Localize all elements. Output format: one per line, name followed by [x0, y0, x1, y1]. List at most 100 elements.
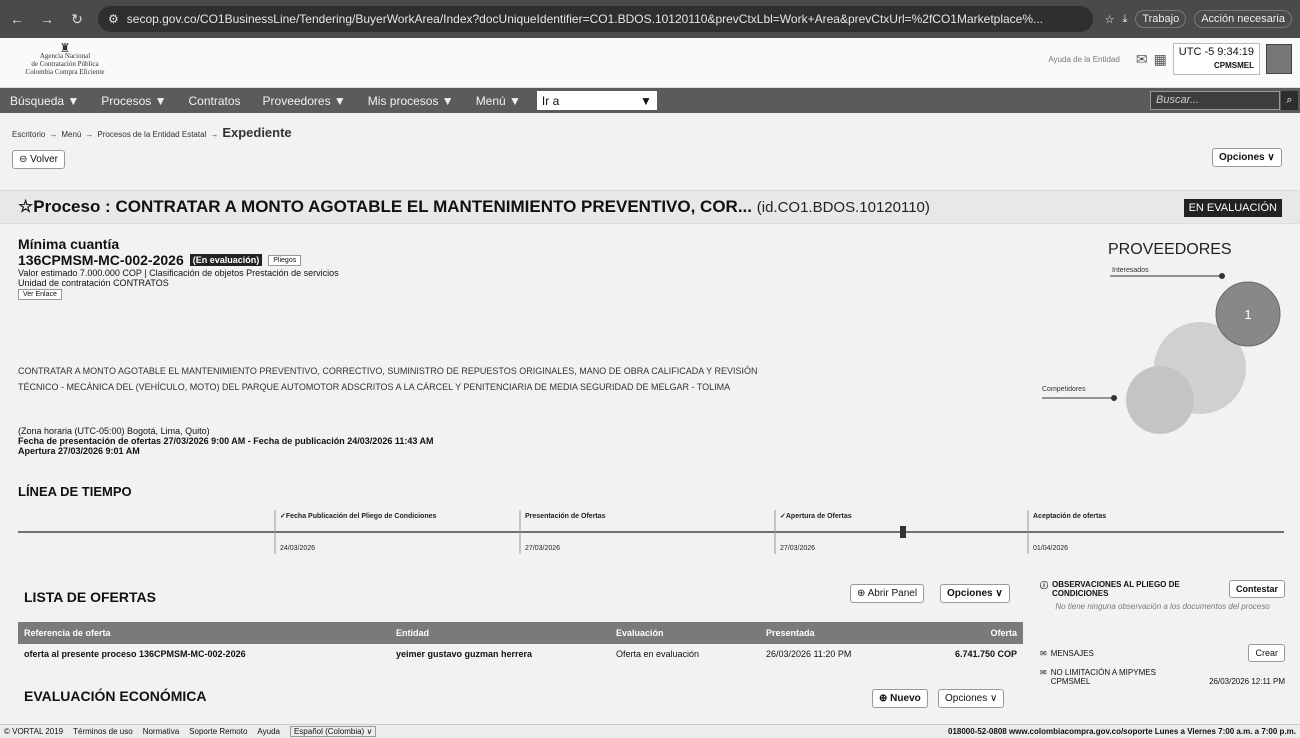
back-arrow-icon[interactable]: ← [8, 11, 26, 27]
search-icon[interactable]: ⌕ [1281, 91, 1298, 110]
search-input[interactable]: Buscar... [1150, 91, 1280, 110]
dates-line: Fecha de presentación de ofertas 27/03/2… [18, 436, 434, 446]
options-label: Opciones [1219, 152, 1265, 163]
site-header: ♜ Agencia Nacional de Contratación Públi… [0, 38, 1300, 88]
menu-busqueda[interactable]: Búsqueda ▼ [10, 94, 79, 108]
offer-submitted: 26/03/2026 11:20 PM [766, 649, 852, 659]
column-header[interactable]: Presentada [760, 622, 940, 644]
language-value: Español (Colombia) [293, 727, 365, 736]
suppliers-chart: 1 Interesados Competidores [1042, 267, 1281, 434]
estimated-value: Valor estimado 7.000.000 COP | Clasifica… [18, 268, 339, 278]
process-reference-row: 136CPMSM-MC-002-2026 (En evaluación) Pli… [18, 252, 618, 268]
reply-button[interactable]: Contestar [1228, 580, 1285, 598]
plus-circle-icon: ⊕ [879, 693, 888, 704]
menu-proveedores[interactable]: Proveedores ▼ [263, 94, 346, 108]
reload-icon[interactable]: ↻ [68, 11, 86, 28]
address-bar[interactable]: ⚙ secop.gov.co/CO1BusinessLine/Tendering… [98, 6, 1093, 32]
competitors-dot [1111, 395, 1117, 401]
interested-label: Interesados [1112, 267, 1149, 274]
process-dates: (Zona horaria (UTC-05:00) Bogotá, Lima, … [18, 426, 718, 456]
opening-date: Apertura 27/03/2026 9:01 AM [18, 446, 140, 456]
forward-arrow-icon[interactable]: → [38, 11, 56, 27]
create-button[interactable]: Crear [1248, 644, 1285, 662]
caret-down-icon: ▼ [640, 93, 652, 108]
bookmark-star-icon[interactable]: ☆ [1105, 13, 1115, 26]
main-menu: Búsqueda ▼ Procesos ▼ Contratos Proveedo… [0, 88, 1300, 113]
notifications-icon[interactable]: ✉ [1136, 51, 1148, 68]
profile-button[interactable]: Trabajo [1135, 10, 1187, 28]
footer-link-terms[interactable]: Términos de uso [73, 727, 133, 736]
star-icon[interactable]: ☆ [18, 197, 33, 216]
observations-empty: No tiene ninguna observación a los docum… [1055, 602, 1270, 611]
breadcrumb: Escritorio → Menú → Procesos de la Entid… [12, 125, 292, 140]
footer-link-normativa[interactable]: Normativa [143, 727, 179, 736]
logo-line: de Contratación Pública [31, 60, 99, 68]
timeline-event-date: 27/03/2026 [525, 545, 560, 552]
offer-evaluation: Oferta en evaluación [616, 649, 700, 659]
pliegos-button[interactable]: Pliegos [268, 254, 302, 266]
footer: © VORTAL 2019 Términos de uso Normativa … [0, 724, 1300, 738]
timeline-event-label: Aceptación de ofertas [1033, 513, 1106, 520]
options-button[interactable]: Opciones ∨ [1212, 148, 1282, 167]
user-name[interactable]: CPMSMEL [1179, 59, 1254, 72]
competitors-label: Competidores [1042, 386, 1086, 393]
breadcrumb-item[interactable]: Procesos de la Entidad Estatal [97, 130, 206, 139]
timeline-title: LÍNEA DE TIEMPO [18, 484, 132, 499]
menu-mis-procesos[interactable]: Mis procesos ▼ [368, 94, 454, 108]
footer-link-help[interactable]: Ayuda [257, 727, 280, 736]
menu-procesos[interactable]: Procesos ▼ [101, 94, 166, 108]
message-item[interactable]: ✉ NO LIMITACIÓN A MIPYMES CPMSMEL 26/03/… [1040, 668, 1285, 686]
download-icon[interactable]: ⤓ [1122, 13, 1127, 26]
column-header[interactable]: Referencia de oferta [18, 622, 390, 644]
breadcrumb-item[interactable]: Escritorio [12, 130, 45, 139]
timeline-event-label: ✓Fecha Publicación del Pliego de Condici… [280, 513, 437, 520]
url-text: secop.gov.co/CO1BusinessLine/Tendering/B… [126, 12, 1044, 26]
offer-reference[interactable]: oferta al presente proceso 136CPMSM-MC-0… [18, 644, 390, 664]
back-label: Volver [30, 154, 58, 165]
breadcrumb-item[interactable]: Menú [61, 130, 81, 139]
entity-help-link[interactable]: Ayuda de la Entidad [1048, 55, 1119, 64]
language-select[interactable]: Español (Colombia) ∨ [289, 726, 377, 737]
footer-link-remote-support[interactable]: Soporte Remoto [189, 727, 247, 736]
bubble-medium [1126, 366, 1194, 434]
clock-box: UTC -5 9:34:19 CPMSMEL [1172, 43, 1260, 75]
mail-icon: ✉ [1040, 648, 1047, 658]
page-title: ☆Proceso : CONTRATAR A MONTO AGOTABLE EL… [18, 197, 930, 217]
circle-arrow-left-icon: ⊖ [19, 154, 28, 165]
calendar-icon[interactable]: ▦ [1154, 51, 1167, 68]
view-link-button[interactable]: Ver Enlace [18, 289, 62, 300]
menu-contratos[interactable]: Contratos [189, 94, 241, 108]
table-row[interactable]: oferta al presente proceso 136CPMSM-MC-0… [18, 644, 1023, 664]
question-circle-icon: ⓘ [1040, 581, 1048, 590]
offer-entity: yeimer gustavo guzman herrera [396, 649, 533, 659]
messages-header: ✉ MENSAJES Crear [1040, 644, 1285, 662]
new-button[interactable]: ⊕ Nuevo [872, 689, 928, 708]
reference-status-badge: (En evaluación) [189, 254, 263, 266]
back-button[interactable]: ⊖ Volver [12, 150, 65, 169]
action-needed-button[interactable]: Acción necesaria [1194, 10, 1292, 28]
economic-evaluation-title: EVALUACIÓN ECONÓMICA [24, 688, 207, 704]
contracting-unit: Unidad de contratación CONTRATOS [18, 278, 169, 288]
offers-options-button[interactable]: Opciones ∨ [940, 584, 1010, 603]
site-info-icon[interactable]: ⚙ [108, 12, 119, 26]
agency-logo[interactable]: ♜ Agencia Nacional de Contratación Públi… [10, 41, 120, 80]
timeline-event-date: 27/03/2026 [780, 545, 815, 552]
menu-menu[interactable]: Menú ▼ [476, 94, 521, 108]
timeline-event-label: Presentación de Ofertas [525, 513, 606, 520]
observations-header: ⓘ OBSERVACIONES AL PLIEGO DE CONDICIONES… [1040, 580, 1285, 598]
offers-table: Referencia de oferta Entidad Evaluación … [18, 622, 1023, 664]
new-label: Nuevo [890, 693, 921, 704]
crest-icon: ♜ [59, 41, 71, 55]
column-header[interactable]: Oferta [940, 622, 1023, 644]
timeline-event-date: 24/03/2026 [280, 545, 315, 552]
browser-toolbar: ← → ↻ ⚙ secop.gov.co/CO1BusinessLine/Ten… [0, 0, 1300, 38]
breadcrumb-current: Expediente [222, 125, 292, 140]
open-panel-button[interactable]: ⊕ Abrir Panel [850, 584, 925, 603]
avatar[interactable] [1266, 44, 1292, 74]
footer-contact: 018000-52-0808 www.colombiacompra.gov.co… [948, 727, 1296, 736]
mail-icon: ✉ [1040, 668, 1047, 677]
goto-select[interactable]: Ir a ▼ [536, 91, 657, 110]
column-header[interactable]: Entidad [390, 622, 610, 644]
economic-options-button[interactable]: Opciones ∨ [938, 689, 1005, 708]
column-header[interactable]: Evaluación [610, 622, 760, 644]
